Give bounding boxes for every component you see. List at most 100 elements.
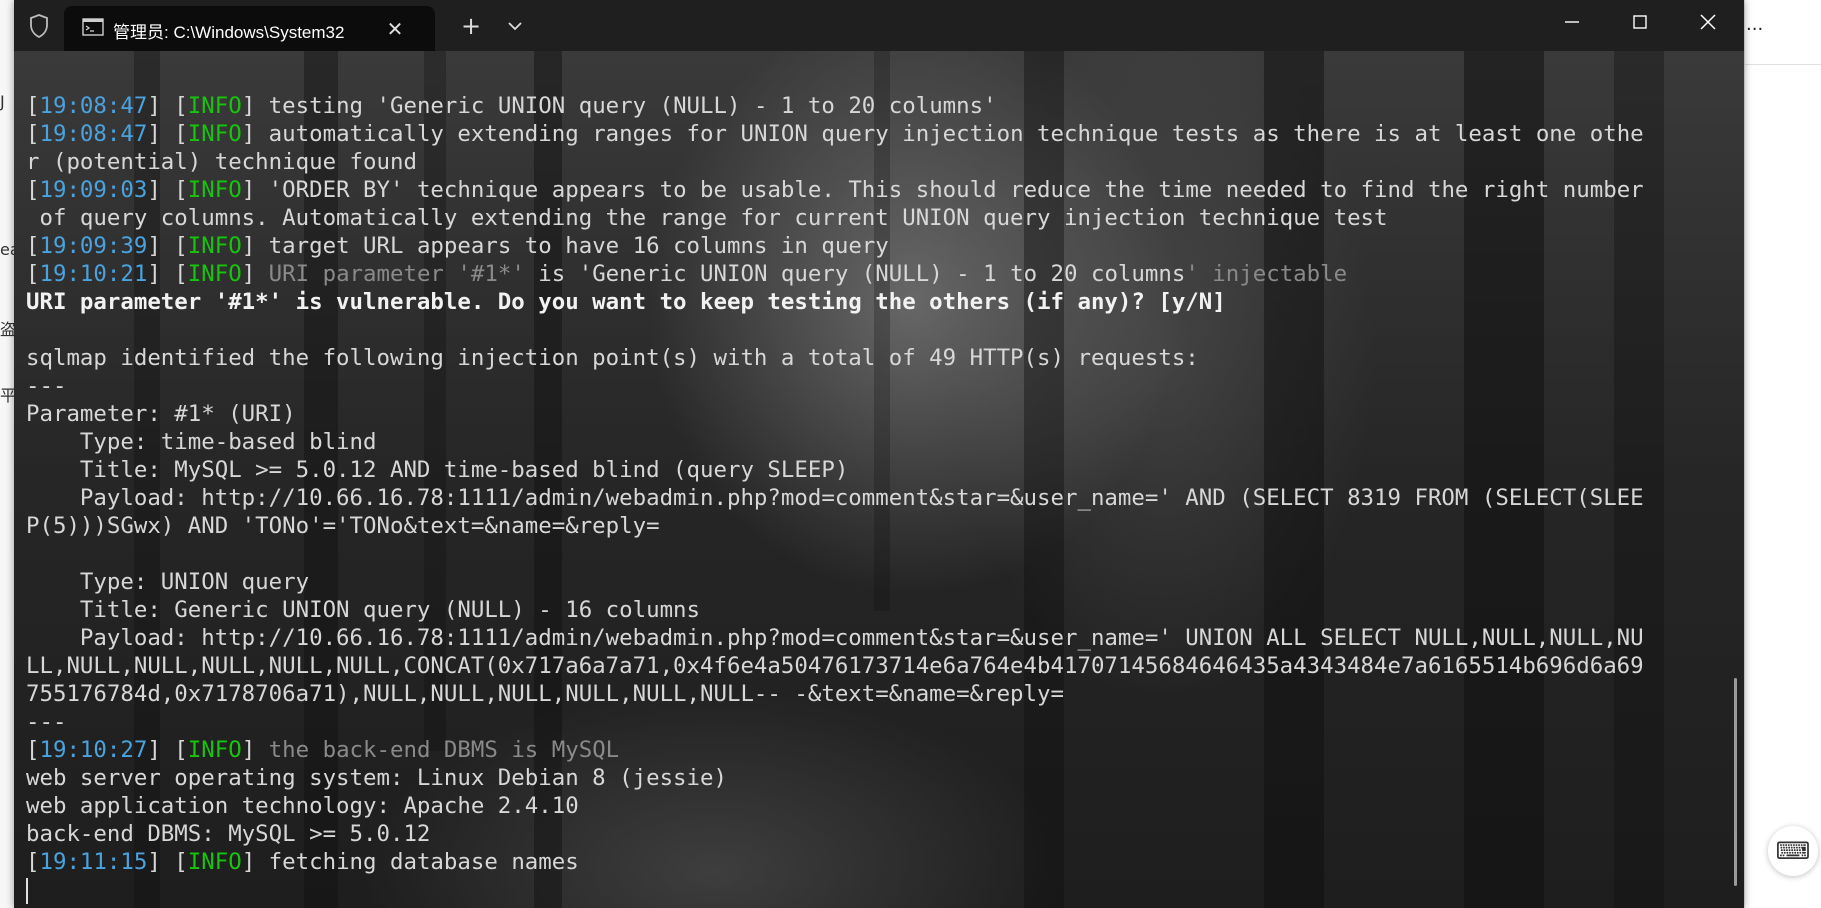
output-text: Payload: http://10.66.16.78:1111/admin/w… xyxy=(26,485,1644,511)
bracket: [ xyxy=(26,849,40,875)
scrollbar[interactable] xyxy=(1734,678,1737,886)
output-text: 755176784d,0x7178706a71),NULL,NULL,NULL,… xyxy=(26,681,1064,707)
new-tab-button[interactable]: + xyxy=(454,10,488,42)
bracket: ] xyxy=(241,93,256,119)
bracket: ] [ xyxy=(147,93,188,119)
chevron-down-icon[interactable] xyxy=(498,10,532,42)
timestamp: 19:09:03 xyxy=(39,177,148,203)
shield-icon xyxy=(27,13,51,39)
bracket: [ xyxy=(26,177,40,203)
output-text: Parameter: #1* (URI) xyxy=(26,401,296,427)
bracket: [ xyxy=(26,121,40,147)
log-message: fetching database names xyxy=(255,849,579,875)
bracket: ] [ xyxy=(147,849,188,875)
log-message-part: is 'Generic UNION query (NULL) - 1 to 20… xyxy=(524,261,1186,287)
terminal-line: [19:09:03] [INFO] 'ORDER BY' technique a… xyxy=(26,176,1644,204)
bracket: ] [ xyxy=(147,233,188,259)
output-text: Payload: http://10.66.16.78:1111/admin/w… xyxy=(26,625,1644,651)
log-message: testing 'Generic UNION query (NULL) - 1 … xyxy=(255,93,997,119)
cmd-icon xyxy=(82,18,104,36)
output-text: Title: Generic UNION query (NULL) - 16 c… xyxy=(26,597,701,623)
terminal-line: r (potential) technique found xyxy=(26,148,1644,176)
terminal-line: [19:09:39] [INFO] target URL appears to … xyxy=(26,232,1644,260)
output-text: web application technology: Apache 2.4.1… xyxy=(26,793,579,819)
title-bar: 管理员: C:\Windows\System32 ✕ + xyxy=(14,0,1744,51)
log-level: INFO xyxy=(187,177,242,203)
log-level: INFO xyxy=(187,737,242,763)
background-glyph: J xyxy=(0,92,5,111)
terminal-line: web application technology: Apache 2.4.1… xyxy=(26,792,1644,820)
close-button[interactable] xyxy=(1674,0,1742,44)
tab-title: 管理员: C:\Windows\System32 xyxy=(113,23,345,42)
bracket: ] [ xyxy=(147,261,188,287)
terminal-line: URI parameter '#1*' is vulnerable. Do yo… xyxy=(26,288,1644,316)
output-text: r (potential) technique found xyxy=(26,149,417,175)
terminal-line: Payload: http://10.66.16.78:1111/admin/w… xyxy=(26,624,1644,652)
prompt-text: URI parameter '#1*' is vulnerable. Do yo… xyxy=(26,289,1226,315)
output-text: LL,NULL,NULL,NULL,NULL,NULL,CONCAT(0x717… xyxy=(26,653,1644,679)
terminal-line: P(5)))SGwx) AND 'TONo'='TONo&text=&name=… xyxy=(26,512,1644,540)
terminal-line: Type: time-based blind xyxy=(26,428,1644,456)
log-level: INFO xyxy=(187,93,242,119)
terminal-line: [19:08:47] [INFO] automatically extendin… xyxy=(26,120,1644,148)
log-message: 'ORDER BY' technique appears to be usabl… xyxy=(255,177,1644,203)
bracket: ] xyxy=(241,233,256,259)
maximize-button[interactable] xyxy=(1606,0,1674,44)
log-message-part: ' injectable xyxy=(1185,261,1348,287)
output-text: P(5)))SGwx) AND 'TONo'='TONo&text=&name=… xyxy=(26,513,660,539)
terminal-line: Payload: http://10.66.16.78:1111/admin/w… xyxy=(26,484,1644,512)
terminal-prompt-line[interactable] xyxy=(26,876,1644,904)
timestamp: 19:08:47 xyxy=(39,93,148,119)
terminal-line: --- xyxy=(26,708,1644,736)
terminal-line: [19:11:15] [INFO] fetching database name… xyxy=(26,848,1644,876)
bracket: ] [ xyxy=(147,121,188,147)
terminal-line: web server operating system: Linux Debia… xyxy=(26,764,1644,792)
bracket: [ xyxy=(26,233,40,259)
output-text: Type: UNION query xyxy=(26,569,310,595)
close-tab-button[interactable]: ✕ xyxy=(380,14,410,44)
text-cursor xyxy=(26,877,28,904)
terminal-line: Title: Generic UNION query (NULL) - 16 c… xyxy=(26,596,1644,624)
bracket: [ xyxy=(26,737,40,763)
terminal-line: [19:10:27] [INFO] the back-end DBMS is M… xyxy=(26,736,1644,764)
terminal-line: Parameter: #1* (URI) xyxy=(26,400,1644,428)
tab-terminal[interactable]: 管理员: C:\Windows\System32 ✕ xyxy=(64,6,435,51)
background-app-left-edge: J ea 盗 平 xyxy=(0,0,20,908)
log-message-part: URI parameter '#1*' xyxy=(255,261,525,287)
timestamp: 19:08:47 xyxy=(39,121,148,147)
log-message: the back-end DBMS is MySQL xyxy=(255,737,620,763)
terminal-line: back-end DBMS: MySQL >= 5.0.12 xyxy=(26,820,1644,848)
output-text: Type: time-based blind xyxy=(26,429,377,455)
terminal-window: 管理员: C:\Windows\System32 ✕ + [19:08:47] … xyxy=(14,0,1744,908)
bracket: [ xyxy=(26,261,40,287)
terminal-line: [19:10:21] [INFO] URI parameter '#1*' is… xyxy=(26,260,1644,288)
terminal-line: LL,NULL,NULL,NULL,NULL,NULL,CONCAT(0x717… xyxy=(26,652,1644,680)
timestamp: 19:10:21 xyxy=(39,261,148,287)
bracket: ] xyxy=(241,261,256,287)
log-message: target URL appears to have 16 columns in… xyxy=(255,233,889,259)
more-options-icon[interactable]: ... xyxy=(1746,14,1763,35)
terminal-line: --- xyxy=(26,372,1644,400)
terminal-line: Type: UNION query xyxy=(26,568,1644,596)
timestamp: 19:09:39 xyxy=(39,233,148,259)
terminal-line: Title: MySQL >= 5.0.12 AND time-based bl… xyxy=(26,456,1644,484)
minimize-button[interactable] xyxy=(1538,0,1606,44)
bracket: ] xyxy=(241,121,256,147)
terminal-output[interactable]: [19:08:47] [INFO] testing 'Generic UNION… xyxy=(26,92,1644,904)
output-text: Title: MySQL >= 5.0.12 AND time-based bl… xyxy=(26,457,849,483)
log-message: automatically extending ranges for UNION… xyxy=(255,121,1644,147)
output-text: back-end DBMS: MySQL >= 5.0.12 xyxy=(26,821,431,847)
background-app xyxy=(1744,0,1821,908)
terminal-line: 755176784d,0x7178706a71),NULL,NULL,NULL,… xyxy=(26,680,1644,708)
bracket: ] [ xyxy=(147,737,188,763)
bracket: ] [ xyxy=(147,177,188,203)
log-level: INFO xyxy=(187,261,242,287)
bracket: [ xyxy=(26,93,40,119)
bracket: ] xyxy=(241,849,256,875)
terminal-line: [19:08:47] [INFO] testing 'Generic UNION… xyxy=(26,92,1644,120)
log-level: INFO xyxy=(187,121,242,147)
timestamp: 19:11:15 xyxy=(39,849,148,875)
keyboard-icon[interactable]: ⌨ xyxy=(1768,826,1818,876)
